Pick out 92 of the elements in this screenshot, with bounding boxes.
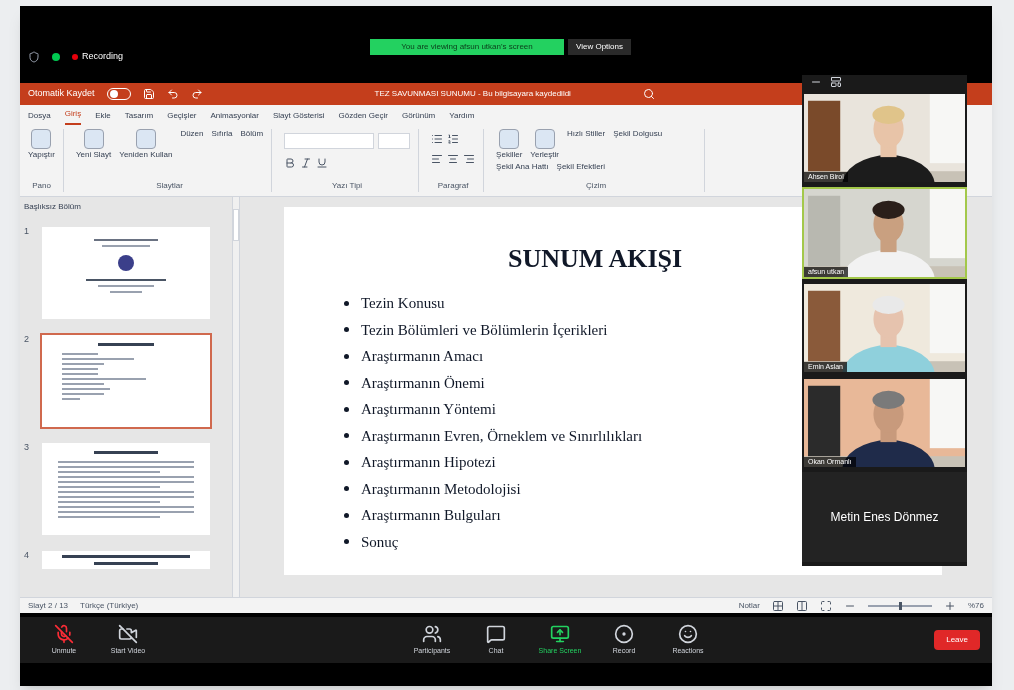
- leave-button[interactable]: Leave: [934, 630, 980, 650]
- slide-title: SUNUM AKIŞI: [508, 243, 683, 275]
- chat-icon: [486, 623, 506, 644]
- underline-icon[interactable]: [316, 157, 329, 169]
- ribbon-tab[interactable]: Ekle: [95, 110, 111, 125]
- muted-mic-icon: [54, 623, 74, 644]
- ribbon-button[interactable]: Şekil Dolgusu: [613, 129, 663, 139]
- ribbon-button[interactable]: Yeni Slayt: [76, 129, 112, 160]
- record-icon: [614, 623, 634, 644]
- search-icon[interactable]: [642, 88, 655, 100]
- sorter-view-icon[interactable]: [796, 599, 808, 612]
- italic-icon[interactable]: [300, 157, 313, 169]
- ribbon-button[interactable]: Düzen: [180, 129, 204, 139]
- group-label: Slaytlar: [156, 180, 183, 192]
- bullet-icon: [344, 327, 349, 333]
- bullet-text: Araştırmanın Metodolojisi: [361, 479, 521, 499]
- bullet-text: Araştırmanın Önemi: [361, 373, 485, 393]
- ribbon-tab[interactable]: Yardım: [449, 110, 475, 125]
- view-options-button[interactable]: View Options: [568, 39, 631, 55]
- bullet-text: Tezin Konusu: [361, 294, 445, 313]
- slide-number: 3: [24, 441, 30, 454]
- bullet-text: Sonuç: [361, 532, 399, 552]
- normal-view-icon[interactable]: [772, 599, 784, 612]
- ribbon-button[interactable]: Yerleştir: [530, 129, 559, 160]
- align-left-icon[interactable]: [431, 153, 444, 165]
- bullet-list-icon[interactable]: [431, 133, 444, 145]
- ribbon-button[interactable]: Sıfırla: [211, 129, 233, 139]
- recording-indicator: Recording: [72, 49, 124, 64]
- language-label: Türkçe (Türkiye): [80, 599, 139, 612]
- ribbon-button[interactable]: Şekil Efektleri: [556, 162, 606, 172]
- ribbon-tab[interactable]: Gözden Geçir: [338, 110, 388, 125]
- ribbon-tab[interactable]: Animasyonlar: [210, 110, 259, 125]
- bold-icon[interactable]: [284, 157, 297, 169]
- ribbon-button[interactable]: Şekil Ana Hattı: [496, 162, 549, 172]
- bullet-icon: [344, 512, 349, 518]
- bullet-text: Araştırmanın Evren, Örneklem ve Sınırlılıkları: [361, 426, 643, 446]
- bullet-icon: [344, 539, 349, 545]
- font-field[interactable]: [284, 133, 375, 149]
- group-label: Pano: [32, 180, 51, 192]
- bullet-text: Araştırmanın Amacı: [361, 347, 484, 366]
- participant-name: Metin Enes Dönmez: [830, 509, 939, 526]
- group-label: Çizim: [586, 180, 607, 192]
- bullet-icon: [344, 433, 349, 439]
- bullet-icon: [344, 380, 349, 386]
- ribbon-tab[interactable]: Dosya: [28, 110, 51, 125]
- bullet-icon: [344, 486, 349, 492]
- bullet-icon: [344, 353, 349, 359]
- redo-icon[interactable]: [190, 88, 203, 100]
- name-tile[interactable]: Metin Enes Dönmez: [802, 472, 967, 562]
- zoom-level: %76: [968, 599, 984, 612]
- autosave-label: Otomatik Kaydet: [28, 87, 95, 101]
- save-icon[interactable]: [142, 88, 155, 100]
- file-title: TEZ SAVUNMASI SUNUMU - Bu bilgisayara kaydedildi: [374, 88, 571, 100]
- zoom-in-icon[interactable]: [944, 599, 956, 612]
- slide-thumbnail[interactable]: [40, 333, 212, 429]
- slide-count: Slayt 2 / 13: [28, 599, 69, 612]
- share-screen-icon: [550, 623, 570, 644]
- viewing-banner: You are viewing afsun utkan's screen: [370, 39, 564, 55]
- ribbon-button[interactable]: Yeniden Kullan: [119, 129, 173, 160]
- bullet-text: Araştırmanın Bulguları: [361, 506, 501, 525]
- font-size-field[interactable]: [378, 133, 411, 149]
- align-center-icon[interactable]: [447, 153, 460, 165]
- notes-button[interactable]: Notlar: [738, 599, 760, 612]
- slide-number: 1: [24, 225, 30, 238]
- align-right-icon[interactable]: [463, 153, 476, 165]
- shield-icon[interactable]: [28, 50, 40, 63]
- zoom-slider-thumb[interactable]: [899, 601, 902, 610]
- undo-icon[interactable]: [166, 88, 179, 100]
- ribbon-tab[interactable]: Tasarım: [124, 110, 154, 125]
- ribbon-button[interactable]: Hızlı Stiller: [566, 129, 606, 139]
- scrollbar-thumb[interactable]: [233, 209, 239, 241]
- bullet-text: Araştırmanın Yöntemi: [361, 400, 496, 419]
- bullet-icon: [344, 459, 349, 465]
- ribbon-button[interactable]: Bölüm: [240, 129, 264, 139]
- bullet-icon: [344, 406, 349, 412]
- bullet-icon: [344, 300, 349, 306]
- slide-number: 4: [24, 549, 30, 562]
- slideshow-icon[interactable]: [820, 599, 832, 612]
- ribbon-tab[interactable]: Slayt Gösterisi: [272, 110, 325, 125]
- section-label[interactable]: Başlıksız Bölüm: [24, 201, 228, 213]
- group-label: Paragraf: [437, 180, 469, 192]
- video-off-icon: [118, 623, 138, 644]
- participants-icon: [422, 623, 442, 644]
- numbered-list-icon[interactable]: [447, 133, 460, 145]
- smile-icon: [678, 623, 698, 644]
- bullet-text: Tezin Bölümleri ve Bölümlerin İçerikleri: [361, 320, 608, 340]
- group-label: Yazı Tipi: [332, 180, 363, 192]
- ribbon-tab[interactable]: Geçişler: [167, 110, 197, 125]
- slide-number: 2: [24, 333, 30, 346]
- layout-icon[interactable]: [830, 76, 842, 88]
- ribbon-tab[interactable]: Görünüm: [401, 110, 436, 125]
- bullet-text: Araştırmanın Hipotezi: [361, 453, 496, 472]
